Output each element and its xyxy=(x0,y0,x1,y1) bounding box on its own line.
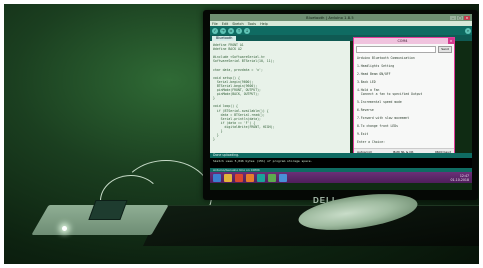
upload-icon[interactable]: → xyxy=(220,27,226,34)
laptop-screen: Bluetooth | Arduino 1.8.5 – □ × File Edi… xyxy=(210,14,472,190)
serial-monitor-titlebar: COM4 × xyxy=(354,38,454,44)
serial-monitor-window: COM4 × Send Arduino Bluetooth Communicat… xyxy=(353,37,455,155)
serial-line: Enter a Choice: xyxy=(357,140,385,144)
code-line: } xyxy=(213,137,215,142)
taskbar-clock[interactable]: 12:47 01-10-2018 xyxy=(450,174,469,182)
open-icon[interactable]: ↑ xyxy=(236,27,242,34)
close-button[interactable]: × xyxy=(464,15,470,20)
minimize-button[interactable]: – xyxy=(450,15,456,20)
app-icon[interactable] xyxy=(279,173,287,182)
explorer-icon[interactable] xyxy=(224,173,232,182)
serial-monitor-icon[interactable]: ⌕ xyxy=(465,27,471,34)
glowing-led xyxy=(62,226,67,231)
media-icon[interactable] xyxy=(246,173,254,182)
window-title: Bluetooth | Arduino 1.8.5 xyxy=(306,15,354,20)
serial-close-button[interactable]: × xyxy=(448,38,454,44)
start-icon[interactable] xyxy=(213,173,221,182)
console-output: Sketch uses 5,046 bytes (15%) of program… xyxy=(210,158,472,168)
serial-input-row: Send xyxy=(354,44,454,55)
browser-icon[interactable] xyxy=(235,173,243,182)
arduino-icon[interactable] xyxy=(257,173,265,182)
menu-tools[interactable]: Tools xyxy=(248,22,256,26)
save-icon[interactable]: ↓ xyxy=(244,27,250,34)
serial-output: Arduino Bluetooth Communication 1.Headli… xyxy=(354,55,454,145)
menu-sketch[interactable]: Sketch xyxy=(232,22,243,26)
ide-toolbar: ✓ → ▫ ↑ ↓ ⌕ xyxy=(210,26,472,35)
menu-edit[interactable]: Edit xyxy=(222,22,229,26)
windows-taskbar: 12:47 01-10-2018 xyxy=(210,172,472,183)
menu-help[interactable]: Help xyxy=(260,22,268,26)
new-icon[interactable]: ▫ xyxy=(228,27,234,34)
window-controls: – □ × xyxy=(450,15,472,20)
verify-icon[interactable]: ✓ xyxy=(212,27,218,34)
serial-input[interactable] xyxy=(356,46,436,53)
window-titlebar: Bluetooth | Arduino 1.8.5 – □ × xyxy=(210,14,472,21)
serial-send-button[interactable]: Send xyxy=(438,46,452,53)
clock-date: 01-10-2018 xyxy=(450,177,469,182)
serial-monitor-title: COM4 xyxy=(397,39,408,43)
chrome-icon[interactable] xyxy=(268,173,276,182)
photo-scene: Bluetooth | Arduino 1.8.5 – □ × File Edi… xyxy=(0,0,483,268)
code-editor[interactable]: #define FRONT A1 #define BACK A2 #includ… xyxy=(210,41,350,153)
maximize-button[interactable]: □ xyxy=(457,15,463,20)
menu-file[interactable]: File xyxy=(212,22,218,26)
